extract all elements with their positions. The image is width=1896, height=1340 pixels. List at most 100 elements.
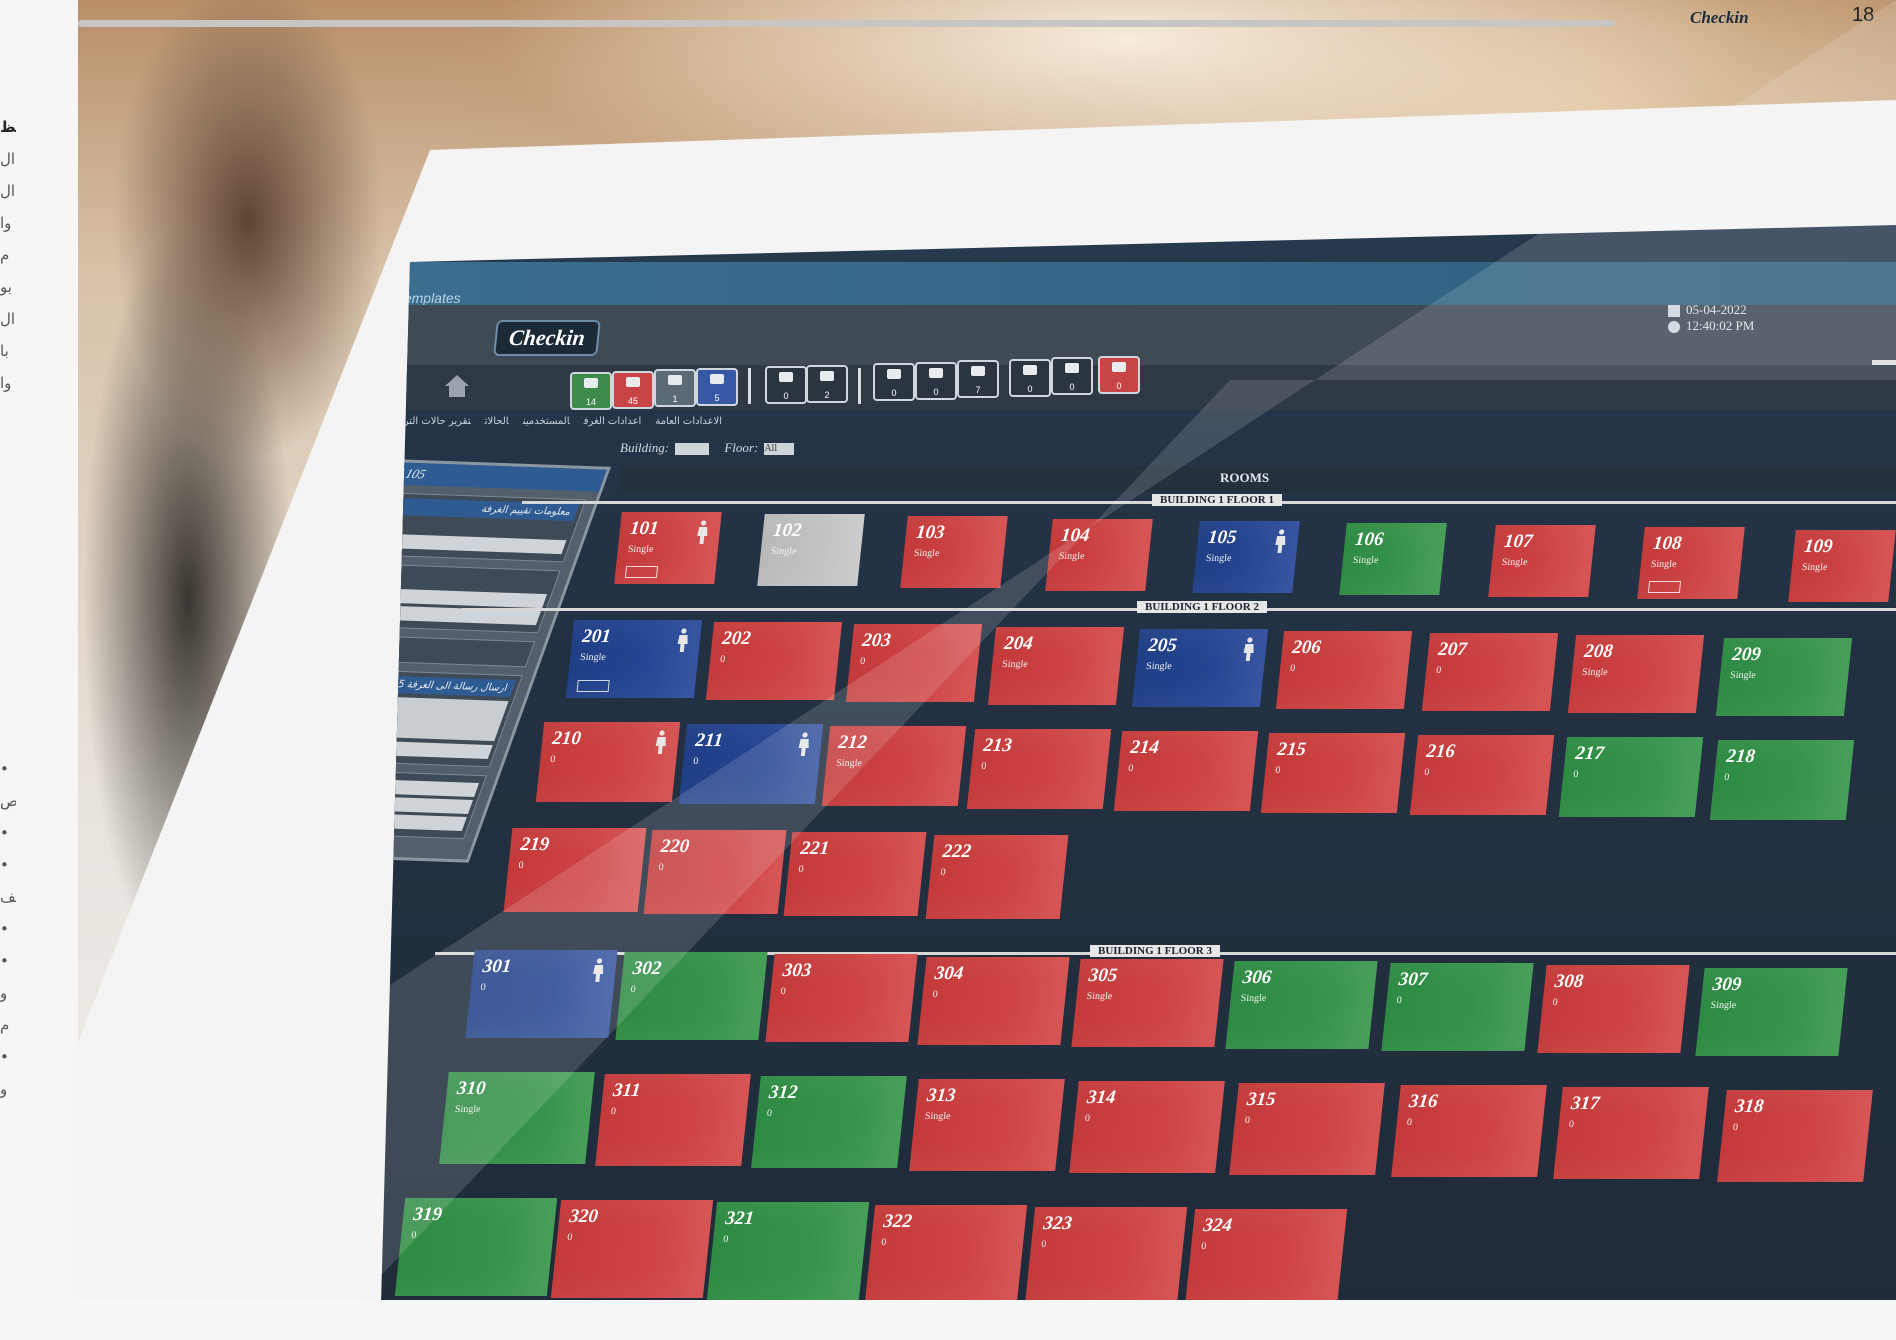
room-tile-211[interactable]: 211 0 — [678, 724, 823, 805]
room-tile-313[interactable]: 313 Single — [909, 1078, 1066, 1171]
room-tile-306[interactable]: 306 Single — [1225, 961, 1378, 1049]
room-tile-201[interactable]: 201 Single — [565, 620, 703, 698]
room-tile-107[interactable]: 107 Single — [1487, 525, 1596, 598]
room-tile-205[interactable]: 205 Single — [1131, 628, 1268, 707]
room-tile-316[interactable]: 316 0 — [1390, 1085, 1547, 1178]
left-bullet-line: • — [0, 760, 9, 778]
left-text-line: ال — [0, 182, 16, 200]
room-tile-320[interactable]: 320 0 — [550, 1200, 713, 1299]
room-type: Single — [1352, 555, 1379, 566]
menu-item[interactable]: الحالات — [485, 416, 509, 427]
room-tile-309[interactable]: 309 Single — [1695, 967, 1849, 1056]
room-number: 101 — [628, 518, 660, 539]
menu-item[interactable]: المستخدمين — [523, 416, 570, 427]
room-tile-206[interactable]: 206 0 — [1275, 631, 1413, 709]
toolbar-button-bin-icon[interactable]: 0 — [1009, 358, 1051, 397]
room-tile-308[interactable]: 308 0 — [1537, 965, 1691, 1054]
room-tile-304[interactable]: 304 0 — [917, 956, 1071, 1045]
room-tile-203[interactable]: 203 0 — [846, 624, 983, 703]
room-tile-202[interactable]: 202 0 — [705, 622, 842, 701]
toolbar-button-gear-icon[interactable]: 1 — [654, 369, 696, 407]
room-tile-219[interactable]: 219 0 — [503, 828, 647, 912]
room-tile-321[interactable]: 321 0 — [707, 1202, 870, 1301]
room-tile-204[interactable]: 204 Single — [988, 626, 1125, 705]
room-tile-212[interactable]: 212 Single — [822, 726, 967, 807]
room-tile-109[interactable]: 109 Single — [1788, 529, 1896, 602]
room-tile-108[interactable]: 108 Single — [1637, 527, 1746, 600]
room-tile-215[interactable]: 215 0 — [1260, 733, 1406, 813]
toolbar-button-stop-icon[interactable]: 0 — [1098, 355, 1140, 394]
room-tile-303[interactable]: 303 0 — [765, 954, 919, 1043]
room-number: 313 — [926, 1084, 958, 1106]
room-tile-301[interactable]: 301 0 — [465, 950, 618, 1038]
room-number: 214 — [1128, 736, 1160, 758]
room-tile-314[interactable]: 314 0 — [1068, 1080, 1225, 1173]
room-tile-208[interactable]: 208 Single — [1568, 635, 1705, 714]
monitor-icon — [576, 680, 610, 692]
room-tile-105[interactable]: 105 Single — [1191, 520, 1300, 593]
room-tile-210[interactable]: 210 0 — [535, 722, 681, 802]
toolbar-count: 0 — [891, 388, 897, 398]
toolbar-button-cleaning-icon[interactable]: 5 — [696, 367, 738, 406]
room-tile-302[interactable]: 302 0 — [614, 952, 768, 1041]
bed-icon — [584, 378, 598, 388]
toolbar-button-alert-icon[interactable]: 2 — [806, 364, 848, 403]
room-tile-106[interactable]: 106 Single — [1339, 523, 1447, 595]
left-text-line: م — [0, 246, 10, 264]
toolbar-button-bed-icon[interactable]: 45 — [612, 370, 654, 409]
toolbar-button-laptop-icon[interactable]: 0 — [915, 361, 957, 400]
toolbar-button-walk-icon[interactable]: 7 — [957, 360, 999, 398]
room-tile-101[interactable]: 101 Single — [614, 512, 722, 584]
room-tile-315[interactable]: 315 0 — [1229, 1083, 1385, 1175]
toolbar-button-bed-icon[interactable]: 14 — [570, 372, 612, 410]
toolbar-button-service-icon[interactable]: 0 — [1051, 357, 1093, 395]
toolbar-button-person-icon[interactable]: 0 — [873, 363, 915, 401]
room-tile-216[interactable]: 216 0 — [1409, 735, 1554, 816]
room-type: Single — [1650, 559, 1678, 571]
room-tile-213[interactable]: 213 0 — [967, 728, 1112, 809]
room-tile-221[interactable]: 221 0 — [783, 832, 927, 917]
room-tile-324[interactable]: 324 0 — [1184, 1209, 1348, 1307]
room-tile-312[interactable]: 312 0 — [751, 1076, 908, 1169]
room-number: 212 — [837, 732, 869, 754]
room-tile-209[interactable]: 209 Single — [1716, 637, 1853, 716]
room-tile-323[interactable]: 323 0 — [1024, 1206, 1187, 1305]
room-number: 217 — [1574, 743, 1606, 765]
room-tile-319[interactable]: 319 0 — [394, 1198, 558, 1296]
home-icon[interactable] — [443, 372, 471, 400]
room-tile-317[interactable]: 317 0 — [1553, 1087, 1710, 1180]
room-number: 320 — [567, 1206, 599, 1228]
room-tile-102[interactable]: 102 Single — [756, 514, 865, 587]
service-icon — [1065, 363, 1079, 373]
room-number: 323 — [1041, 1212, 1073, 1234]
building-select[interactable] — [675, 443, 710, 456]
room-number: 301 — [481, 956, 513, 977]
room-tile-311[interactable]: 311 0 — [594, 1074, 751, 1167]
room-tile-207[interactable]: 207 0 — [1421, 633, 1558, 712]
room-tile-222[interactable]: 222 0 — [925, 834, 1069, 919]
toolbar-button-door-icon[interactable]: 0 — [765, 366, 807, 404]
room-tile-322[interactable]: 322 0 — [865, 1204, 1028, 1303]
menu-item[interactable]: اعدادات الغرف — [584, 416, 642, 427]
room-tile-318[interactable]: 318 0 — [1717, 1089, 1874, 1182]
room-tile-307[interactable]: 307 0 — [1380, 963, 1534, 1052]
room-tile-310[interactable]: 310 Single — [439, 1072, 595, 1164]
room-tile-220[interactable]: 220 0 — [643, 830, 787, 915]
housekeeper-icon — [593, 958, 604, 982]
laptop-icon — [929, 367, 943, 378]
room-type: 0 — [881, 1236, 888, 1248]
room-tile-104[interactable]: 104 Single — [1045, 518, 1154, 591]
menu-item[interactable]: الاعدادات العامة — [655, 416, 722, 427]
room-number: 203 — [861, 630, 893, 652]
room-tile-103[interactable]: 103 Single — [900, 516, 1009, 589]
room-tile-218[interactable]: 218 0 — [1710, 739, 1855, 820]
room-type: 0 — [1200, 1241, 1207, 1252]
room-tile-217[interactable]: 217 0 — [1559, 737, 1704, 818]
room-tile-305[interactable]: 305 Single — [1070, 958, 1224, 1047]
floor-label: Floor: — [724, 440, 759, 455]
room-tile-214[interactable]: 214 0 — [1113, 730, 1258, 811]
floor-select[interactable]: All — [764, 443, 795, 456]
menu-bar: الاعدادات العامة اعدادات الغرف المستخدمين ا… — [380, 416, 736, 427]
room-number: 304 — [934, 962, 965, 984]
room-number: 305 — [1087, 964, 1119, 986]
